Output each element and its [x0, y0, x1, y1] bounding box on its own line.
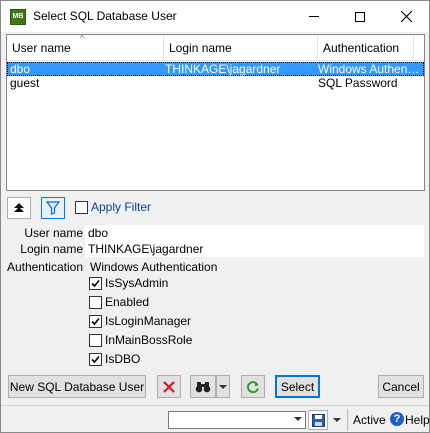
status-bar: Active ? Help — [1, 405, 430, 432]
save-button[interactable] — [308, 410, 328, 430]
checkmark-icon — [91, 355, 100, 364]
cell-authentication: Windows Authentic... — [318, 62, 422, 76]
delete-x-icon — [163, 380, 175, 393]
minimize-icon — [309, 16, 319, 17]
chevron-down-icon — [294, 417, 302, 421]
cell-login-name: THINKAGE\jagardner — [165, 62, 281, 76]
cancel-button[interactable]: Cancel — [378, 375, 424, 398]
delete-button[interactable] — [157, 375, 181, 398]
sort-ascending-icon: ^ — [80, 33, 85, 43]
in-mainboss-role-checkbox[interactable] — [89, 334, 102, 347]
select-button[interactable]: Select — [275, 375, 320, 398]
close-icon — [400, 11, 412, 22]
cell-authentication: SQL Password — [318, 76, 398, 90]
authentication-value: Windows Authentication — [90, 260, 218, 274]
is-login-manager-checkbox[interactable] — [89, 315, 102, 328]
is-sys-admin-checkbox[interactable] — [89, 277, 102, 290]
chevron-down-icon — [333, 418, 341, 422]
user-name-field: dbo — [85, 225, 424, 241]
login-name-label: Login name — [20, 242, 83, 256]
collapse-up-icon — [14, 203, 24, 212]
help-icon[interactable]: ? — [390, 412, 404, 426]
filter-button[interactable] — [41, 197, 65, 219]
column-header-login-name[interactable]: Login name — [164, 35, 318, 61]
cell-user-name: guest — [10, 76, 40, 90]
refresh-button[interactable] — [241, 375, 265, 398]
select-button-label: Select — [280, 379, 315, 394]
user-list[interactable]: ^ User name Login name Authentication db… — [6, 33, 425, 191]
cancel-button-label: Cancel — [382, 379, 420, 394]
user-name-label: User name — [24, 226, 83, 240]
apply-filter-checkbox[interactable] — [75, 201, 88, 214]
status-combo[interactable] — [168, 411, 306, 429]
cell-user-name: dbo — [10, 62, 31, 76]
find-button[interactable] — [190, 375, 216, 398]
is-sys-admin-label: IsSysAdmin — [105, 276, 169, 290]
column-header-authentication[interactable]: Authentication — [318, 35, 414, 61]
maximize-button[interactable] — [337, 1, 383, 32]
login-name-field: THINKAGE\jagardner — [85, 241, 424, 257]
is-login-manager-label: IsLoginManager — [105, 314, 192, 328]
find-dropdown-button[interactable] — [216, 375, 230, 398]
dialog-window: MB Select SQL Database User ^ User name … — [0, 0, 430, 433]
checkmark-icon — [91, 317, 100, 326]
is-dbo-label: IsDBO — [105, 352, 141, 366]
minimize-button[interactable] — [291, 1, 337, 32]
binoculars-icon — [195, 381, 211, 392]
column-header-label: Login name — [169, 41, 232, 55]
in-mainboss-role-label: InMainBossRole — [105, 333, 193, 347]
new-user-button-label: New SQL Database User — [9, 379, 145, 394]
save-dropdown-button[interactable] — [330, 410, 344, 430]
active-status: Active — [353, 413, 386, 427]
app-icon: MB — [10, 9, 26, 25]
column-header-label: User name — [12, 41, 71, 55]
table-row[interactable]: guest SQL Password — [7, 76, 424, 90]
table-row[interactable]: dbo THINKAGE\jagardner Windows Authentic… — [7, 62, 424, 76]
help-label[interactable]: Help — [405, 413, 430, 427]
is-dbo-checkbox[interactable] — [89, 353, 102, 366]
enabled-label: Enabled — [105, 295, 150, 309]
chevron-down-icon — [219, 384, 227, 389]
save-disk-icon — [311, 413, 325, 427]
collapse-button[interactable] — [7, 197, 31, 219]
new-sql-database-user-button[interactable]: New SQL Database User — [8, 375, 146, 398]
title-bar: MB Select SQL Database User — [1, 1, 429, 32]
filter-icon — [46, 201, 60, 215]
enabled-checkbox[interactable] — [89, 296, 102, 309]
column-header-user-name[interactable]: ^ User name — [7, 33, 164, 61]
window-title: Select SQL Database User — [33, 9, 177, 23]
column-header-label: Authentication — [323, 41, 400, 55]
authentication-label: Authentication — [6, 260, 83, 274]
apply-filter-label[interactable]: Apply Filter — [91, 200, 151, 214]
status-separator — [347, 409, 348, 431]
refresh-icon — [247, 380, 259, 393]
maximize-icon — [355, 11, 365, 22]
list-header: ^ User name Login name Authentication — [7, 33, 424, 61]
close-button[interactable] — [383, 1, 429, 32]
checkmark-icon — [91, 279, 100, 288]
